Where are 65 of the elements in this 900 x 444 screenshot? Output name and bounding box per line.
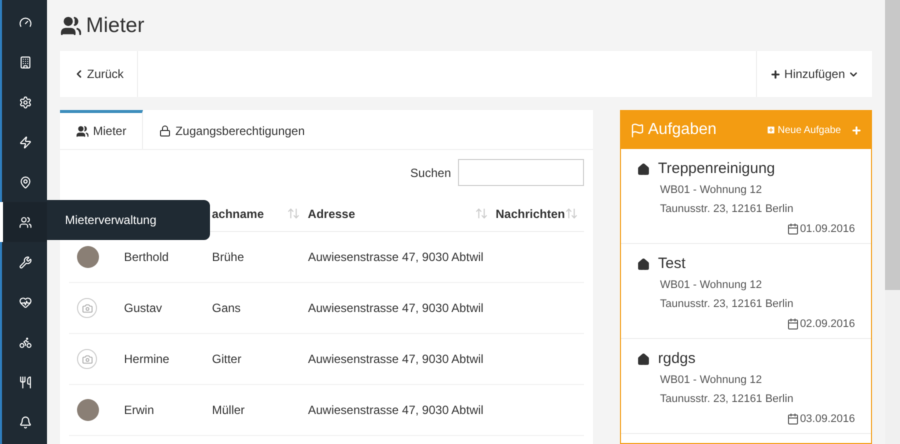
task-address: Taunusstr. 23, 12161 Berlin [660,202,794,216]
calendar-icon [786,318,799,330]
task-address: Taunusstr. 23, 12161 Berlin [660,392,794,406]
bell-icon [18,416,32,428]
pin-icon [18,176,32,188]
table-cell: Gans [212,301,241,315]
table-cell: Müller [212,403,245,417]
tasks-title: Aufgaben [648,120,717,140]
table-cell: Gustav [124,301,162,315]
table-cell: Auwiesenstrasse 47, 9030 Abtwil [308,250,484,264]
users-icon [60,15,82,37]
table-cell: Berthold [124,250,169,264]
table-cell: Gitter [212,352,242,366]
users-icon [18,216,32,228]
task-date: 02.09.2016 [800,316,855,332]
search-label: Suchen [410,164,451,182]
heart-pulse-icon [18,296,32,308]
camera-icon [77,349,97,369]
table-cell: Brühe [212,250,244,264]
sidebar-tooltip: Mieterverwaltung [47,200,210,240]
page-title: Mieter [86,13,144,40]
column-header: achname [212,206,264,222]
table-cell: Auwiesenstrasse 47, 9030 Abtwil [308,352,484,366]
bicycle-icon [18,336,32,348]
add-button[interactable]: Hinzufügen [756,51,872,97]
task-unit: WB01 - Wohnung 12 [660,182,763,198]
lightning-icon [18,136,32,148]
task-title: rgdgs [658,349,696,369]
avatar-photo [77,399,99,421]
task-item[interactable]: rgdgs WB01 - Wohnung 12 Taunusstr. 23, 12161 Berlin 03.09.2016 [621,339,871,434]
task-item[interactable]: Treppenreinigung WB01 - Wohnung 12 Taunusstr. 23, 12161 Berlin 01.09.2016 [621,149,871,244]
building-icon [18,56,32,68]
wrench-icon [18,256,32,268]
house-icon [637,258,650,271]
task-date: 01.09.2016 [800,222,855,236]
avatar-photo [77,246,99,268]
sidebar-item[interactable] [0,202,47,242]
column-header: Adresse [308,206,356,222]
lock-icon [159,125,172,137]
back-button[interactable]: Zurück [60,51,138,97]
task-item[interactable]: Test WB01 - Wohnung 12 Taunusstr. 23, 12161 Berlin 02.09.2016 [621,244,871,339]
camera-icon [77,298,97,318]
plus-square-icon [766,125,776,135]
task-unit: WB01 - Wohnung 12 [660,372,763,388]
settings-icon [18,96,32,108]
table-cell: Hermine [124,352,170,366]
task-title: Test [658,254,686,274]
table-cell: Auwiesenstrasse 47, 9030 Abtwil [308,301,484,315]
plus-icon [770,68,782,80]
table-cell: Erwin [124,403,154,417]
task-date: 03.09.2016 [800,412,855,426]
table-cell: Auwiesenstrasse 47, 9030 Abtwil [308,403,484,417]
users-icon [76,124,89,138]
house-icon [637,162,650,176]
gauge-icon [18,16,32,28]
calendar-icon [786,222,799,235]
cutlery-icon [18,376,32,388]
calendar-icon [786,412,799,425]
task-address: Taunusstr. 23, 12161 Berlin [660,296,794,312]
task-unit: WB01 - Wohnung 12 [660,278,763,292]
search-field[interactable] [458,159,584,186]
task-title: Treppenreinigung [658,159,776,179]
flag-icon [630,122,645,138]
column-header: Nachrichten [496,206,565,222]
house-icon [637,352,650,366]
